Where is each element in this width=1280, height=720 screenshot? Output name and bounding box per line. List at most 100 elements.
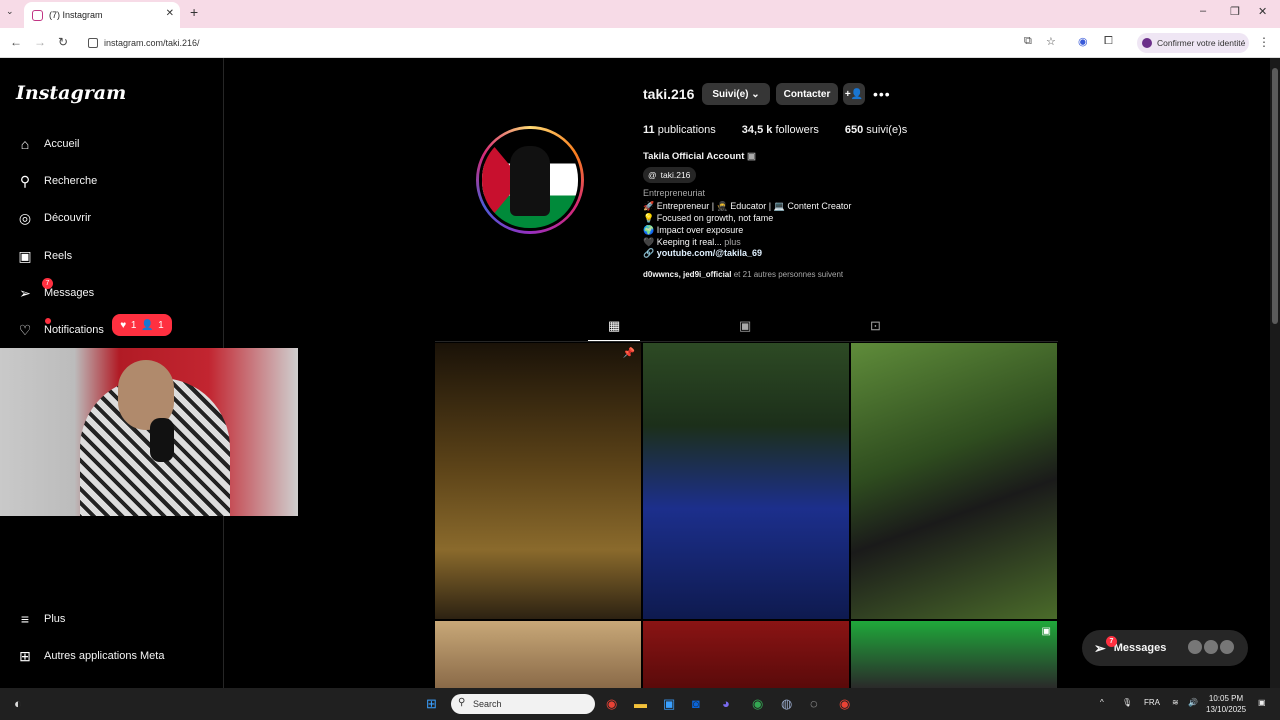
sidebar-item-notifications[interactable]: ♡ Notifications [16,318,104,342]
taskbar-search[interactable]: ⚲ Search [451,694,595,714]
widgets-icon[interactable]: ◐ [14,696,22,711]
file-explorer-icon[interactable]: ▬ [634,696,647,711]
notification-center-icon[interactable]: ▣ [1258,698,1266,707]
obs-icon[interactable]: ◌ [810,696,818,711]
sidebar-item-reels[interactable]: ▣ Reels [16,244,72,268]
tab-reels[interactable]: ▣ [739,318,751,334]
tabs-divider [435,341,1058,342]
sidebar-item-explore[interactable]: ◎ Découvrir [16,206,91,230]
instagram-logo[interactable]: Instagram [16,82,126,104]
followed-by[interactable]: d0wwncs, jed9i_official et 21 autres per… [643,270,843,279]
following-count: 650 [844,124,864,136]
post-tile[interactable] [643,343,849,619]
posts-stat[interactable]: 11 publications [643,124,716,136]
bookmark-star-icon[interactable]: ☆ [1046,35,1056,48]
url-bar[interactable]: instagram.com/taki.216/ [82,32,1002,54]
sidebar-item-meta-apps[interactable]: ⊞ Autres applications Meta [16,644,164,668]
following-button[interactable]: Suivi(e) ⌄ [702,83,770,105]
browser-tab-bar: ⌄ (7) Instagram ✕ + – ❐ ✕ [0,0,1280,28]
tagged-icon: ⊡ [870,318,881,333]
discord-icon[interactable]: ◕ [722,696,730,711]
sidebar-item-search[interactable]: ⚲ Recherche [16,169,97,193]
browser-tab-instagram[interactable]: (7) Instagram ✕ [24,2,180,28]
confirm-identity-button[interactable]: Confirmer votre identité [1137,33,1249,53]
contact-label: Contacter [783,88,831,100]
instagram-favicon-icon [32,9,43,21]
chrome-active-icon[interactable]: ◉ [839,696,850,712]
followers-label: followers [775,124,819,136]
address-toolbar: ← → ↻ instagram.com/taki.216/ ⧉ ☆ ◉ ⧠ Co… [0,28,1280,58]
scrollbar-thumb[interactable] [1272,68,1278,324]
microphone-tray-icon[interactable]: 🎙 [1122,698,1132,707]
reload-icon[interactable]: ↻ [58,35,68,49]
identity-label: Confirmer votre identité [1157,38,1246,48]
messages-badge: 7 [1106,635,1117,647]
minimize-icon[interactable]: – [1200,5,1206,17]
tab-tagged[interactable]: ⊡ [870,318,881,334]
back-icon[interactable]: ← [10,35,22,49]
bio-line: 💡 Focused on growth, not fame [643,213,774,223]
sidebar-item-more[interactable]: ≡ Plus [16,607,66,631]
browser-menu-icon[interactable]: ⋮ [1258,35,1270,49]
wifi-icon[interactable]: ≋ [1172,698,1179,707]
close-window-icon[interactable]: ✕ [1258,5,1267,18]
new-tab-button[interactable]: + [190,4,198,20]
following-label: suivi(e)s [866,124,908,136]
chrome-icon[interactable]: ◉ [606,696,617,712]
sidebar-item-label: Plus [44,613,66,625]
language-indicator[interactable]: FRA [1144,698,1160,707]
sidebar-item-label: Recherche [44,175,98,187]
close-tab-icon[interactable]: ✕ [166,8,174,19]
extensions-puzzle-icon[interactable]: ⧠ [1104,35,1113,48]
contact-button[interactable]: Contacter [776,83,838,105]
post-tile[interactable]: ▣ [851,621,1057,688]
sidebar-item-messages[interactable]: ➢ 7 Messages [16,278,94,305]
post-tile[interactable] [435,621,641,688]
windows-taskbar: ◐ ⊞ ⚲ Search ◉ ▬ ▣ ◙ ◕ ◉ ◍ ◌ ◉ ^ 🎙 FRA ≋… [0,688,1280,720]
recent-chat-avatars [1188,640,1234,654]
messages-label: Messages [1113,642,1167,654]
full-name-text: Takila Official Account [643,151,745,162]
profile-stats: 11 publications 34,5 k followers 650 sui… [643,124,907,136]
extension-icon[interactable]: ◉ [1078,35,1088,48]
floating-messages-button[interactable]: ➢ 7 Messages [1082,630,1248,666]
microphone [150,418,174,462]
store-icon[interactable]: ▣ [663,696,675,712]
link-icon: 🔗 [643,248,657,258]
pinned-icon: 📌 [622,348,635,359]
site-info-icon[interactable] [88,38,98,48]
notification-dot [45,318,51,324]
clock-date: 13/10/2025 [1206,705,1247,714]
maximize-icon[interactable]: ❐ [1230,5,1240,18]
threads-link[interactable]: @ taki.216 [643,167,697,183]
likes-heart-icon: ♥ [120,319,127,331]
post-tile[interactable] [851,343,1057,619]
search-placeholder: Search [473,699,502,709]
tab-title: (7) Instagram [49,10,103,20]
more-options-icon[interactable]: ••• [873,86,891,102]
profile-avatar[interactable] [476,126,584,234]
notifications-tooltip-pill[interactable]: ♥ 1 👤 1 [112,314,172,336]
menu-icon: ≡ [20,611,30,627]
install-app-icon[interactable]: ⧉ [1024,35,1032,48]
bio-more-link[interactable]: plus [724,237,741,247]
steam-icon[interactable]: ◍ [781,696,792,712]
post-tile[interactable]: 📌 [435,343,641,619]
followers-stat[interactable]: 34,5 k followers [742,124,819,136]
start-icon[interactable]: ⊞ [426,696,437,712]
page-scrollbar[interactable] [1270,58,1280,688]
volume-icon[interactable]: 🔊 [1188,698,1198,707]
tray-chevron-icon[interactable]: ^ [1100,698,1104,707]
chrome-app-icon[interactable]: ◉ [752,696,763,712]
post-tile[interactable] [643,621,849,688]
sidebar-item-label: Reels [44,250,73,262]
forward-icon[interactable]: → [34,35,46,49]
taskbar-clock[interactable]: 10:05 PM 13/10/2025 [1206,693,1246,715]
outlook-icon[interactable]: ◙ [692,696,700,711]
following-stat[interactable]: 650 suivi(e)s [845,124,907,136]
profile-external-link[interactable]: 🔗 youtube.com/@takila_69 [643,248,762,259]
tab-posts[interactable]: ▦ [587,318,641,341]
tab-search-icon[interactable]: ⌄ [6,6,14,17]
sidebar-item-home[interactable]: ⌂ Accueil [16,132,80,156]
suggest-people-button[interactable]: +👤 [843,83,865,105]
